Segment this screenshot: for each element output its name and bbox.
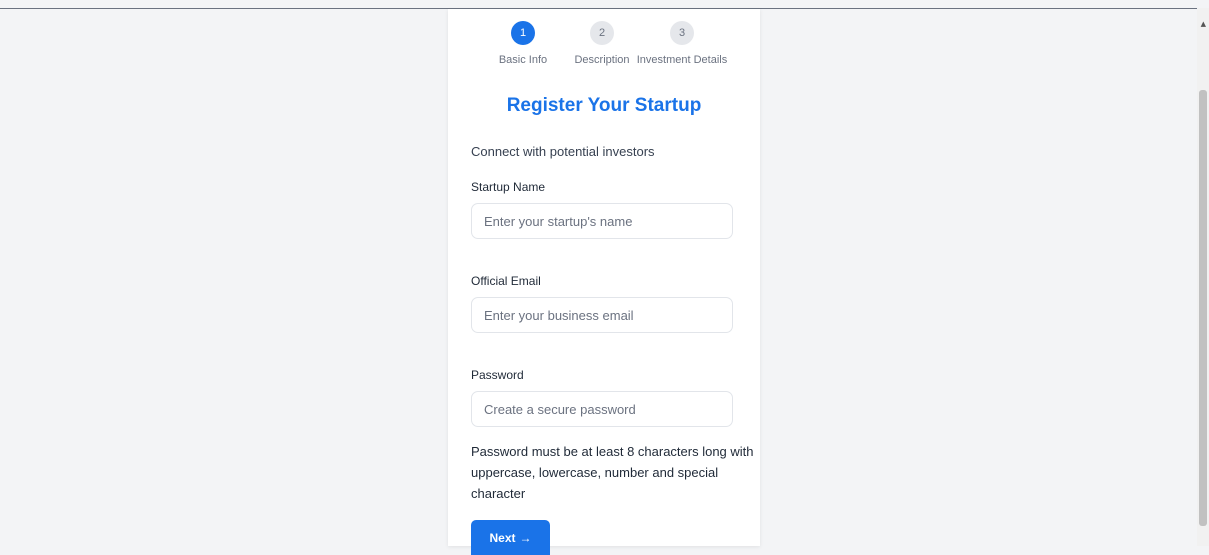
scrollbar-thumb[interactable] <box>1199 90 1207 526</box>
step-1-number: 1 <box>511 21 535 45</box>
next-button[interactable]: Next → <box>471 520 550 555</box>
page-title: Register Your Startup <box>506 95 702 116</box>
registration-card: 1 Basic Info 2 Description 3 Investment … <box>448 9 760 555</box>
step-2[interactable]: 2 Description <box>574 21 630 66</box>
step-1[interactable]: 1 Basic Info <box>499 21 547 66</box>
step-3[interactable]: 3 Investment Details <box>637 21 727 66</box>
password-label: Password <box>471 368 524 382</box>
official-email-label: Official Email <box>471 274 541 288</box>
scroll-up-arrow-icon[interactable]: ▲ <box>1201 20 1206 28</box>
next-button-label: Next <box>489 530 516 545</box>
password-hint: Password must be at least 8 characters l… <box>471 444 754 501</box>
arrow-right-icon: → <box>519 530 532 545</box>
step-1-label: Basic Info <box>498 54 548 66</box>
startup-name-input[interactable] <box>471 203 733 239</box>
step-3-number: 3 <box>670 21 694 45</box>
startup-name-label: Startup Name <box>471 180 546 194</box>
vertical-scrollbar[interactable]: ▲ <box>1197 8 1209 546</box>
page-subtitle: Connect with potential investors <box>471 144 655 159</box>
step-3-label: Investment Details <box>636 54 728 66</box>
step-2-number: 2 <box>590 21 614 45</box>
email-input[interactable] <box>471 297 733 333</box>
password-input[interactable] <box>471 391 733 427</box>
